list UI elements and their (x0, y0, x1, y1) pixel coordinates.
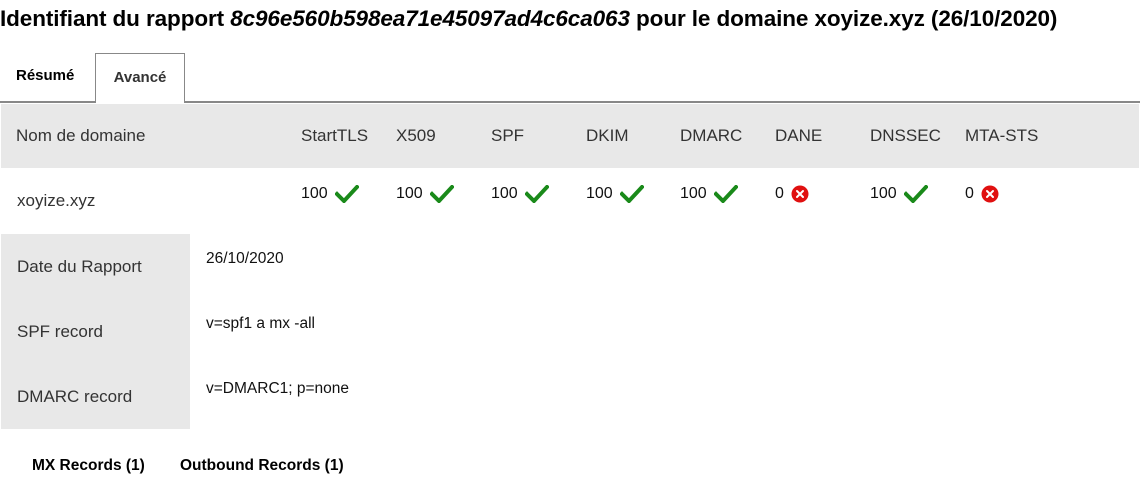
details-panel: Date du Rapport 26/10/2020 SPF record v=… (1, 234, 1139, 429)
checkmark-icon (524, 185, 549, 203)
score-value: 100 (301, 185, 328, 202)
header-domain: Nom de domaine (16, 126, 146, 145)
label-dmarc-record: DMARC record (17, 387, 133, 406)
score-value: 100 (491, 185, 518, 202)
score-value: 100 (586, 185, 613, 202)
score-value: 0 (775, 185, 784, 202)
checkmark-icon (429, 185, 454, 203)
page-title: Identifiant du rapport 8c96e560b598ea71e… (0, 6, 1140, 32)
checkmark-icon (713, 185, 738, 203)
tab-bar: Résumé Avancé (0, 52, 1140, 104)
label-spf-record: SPF record (17, 322, 103, 341)
tab-mx-records[interactable]: MX Records (1) (32, 457, 145, 475)
checkmark-icon (334, 185, 359, 203)
header-dnssec: DNSSEC (870, 126, 941, 145)
label-report-date: Date du Rapport (17, 257, 142, 276)
score-spf: 100 (491, 185, 549, 203)
title-suffix: pour le domaine xoyize.xyz (26/10/2020) (629, 6, 1058, 31)
table-header: Nom de domaine StartTLS X509 SPF DKIM DM… (1, 104, 1139, 168)
records-tab-bar: MX Records (1) Outbound Records (1) (0, 448, 1140, 480)
table-row: xoyize.xyz 100 100 100 100 100 0 100 0 (1, 168, 1139, 234)
header-x509: X509 (396, 126, 436, 145)
value-dmarc-record: v=DMARC1; p=none (206, 380, 350, 397)
score-dane: 0 (775, 185, 809, 203)
value-spf-record: v=spf1 a mx -all (206, 315, 315, 332)
score-starttls: 100 (301, 185, 359, 203)
domain-name: xoyize.xyz (17, 191, 96, 210)
header-dmarc: DMARC (680, 126, 743, 145)
score-value: 100 (680, 185, 707, 202)
title-prefix: Identifiant du rapport (0, 6, 231, 31)
header-starttls: StartTLS (301, 126, 369, 145)
error-circle-icon (791, 185, 809, 203)
tab-outbound-records[interactable]: Outbound Records (1) (180, 457, 344, 475)
value-report-date: 26/10/2020 (206, 250, 284, 267)
score-dmarc: 100 (680, 185, 738, 203)
header-dane: DANE (775, 126, 823, 145)
score-x509: 100 (396, 185, 454, 203)
score-dnssec: 100 (870, 185, 928, 203)
checkmark-icon (903, 185, 928, 203)
tab-resume[interactable]: Résumé (16, 67, 74, 84)
tab-avance[interactable]: Avancé (95, 53, 185, 103)
score-value: 100 (870, 185, 897, 202)
header-mta-sts: MTA-STS (965, 126, 1039, 145)
header-dkim: DKIM (586, 126, 629, 145)
report-id: 8c96e560b598ea71e45097ad4c6ca063 (230, 6, 630, 31)
checkmark-icon (619, 185, 644, 203)
score-value: 100 (396, 185, 423, 202)
error-circle-icon (981, 185, 999, 203)
score-value: 0 (965, 185, 974, 202)
score-dkim: 100 (586, 185, 644, 203)
score-mta-sts: 0 (965, 185, 999, 203)
header-spf: SPF (491, 126, 525, 145)
